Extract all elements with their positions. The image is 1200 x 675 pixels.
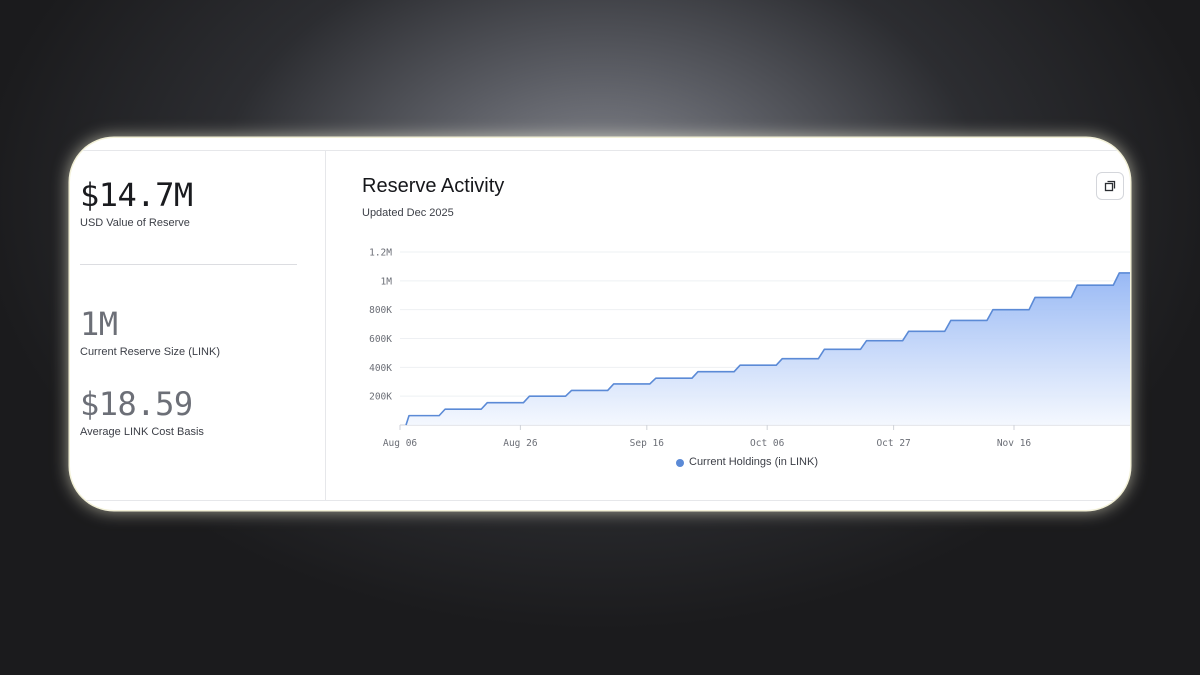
x-tick-label: Sep 16	[630, 438, 665, 449]
y-tick-label: 400K	[369, 363, 392, 374]
x-tick-label: Aug 06	[383, 438, 418, 449]
y-tick-label: 600K	[369, 334, 392, 345]
y-tick-label: 800K	[369, 305, 392, 316]
y-tick-label: 200K	[369, 392, 392, 403]
reserve-card: $14.7M USD Value of Reserve 1M Current R…	[70, 138, 1130, 510]
x-tick-label: Nov 16	[997, 438, 1032, 449]
legend-label: Current Holdings (in LINK)	[689, 456, 818, 468]
y-tick-label: 1.2M	[369, 248, 392, 259]
legend-swatch	[676, 458, 684, 467]
reserve-activity-chart: 200K 400K 600K 800K 1M 1.2M Aug 06 Aug 26 Sep 16…	[369, 248, 1130, 449]
x-tick-label: Oct 06	[750, 438, 785, 449]
y-tick-label: 1M	[381, 276, 393, 287]
chart-legend[interactable]: Current Holdings (in LINK)	[676, 457, 818, 468]
x-tick-label: Oct 27	[876, 438, 910, 449]
x-tick-label: Aug 26	[503, 438, 538, 449]
